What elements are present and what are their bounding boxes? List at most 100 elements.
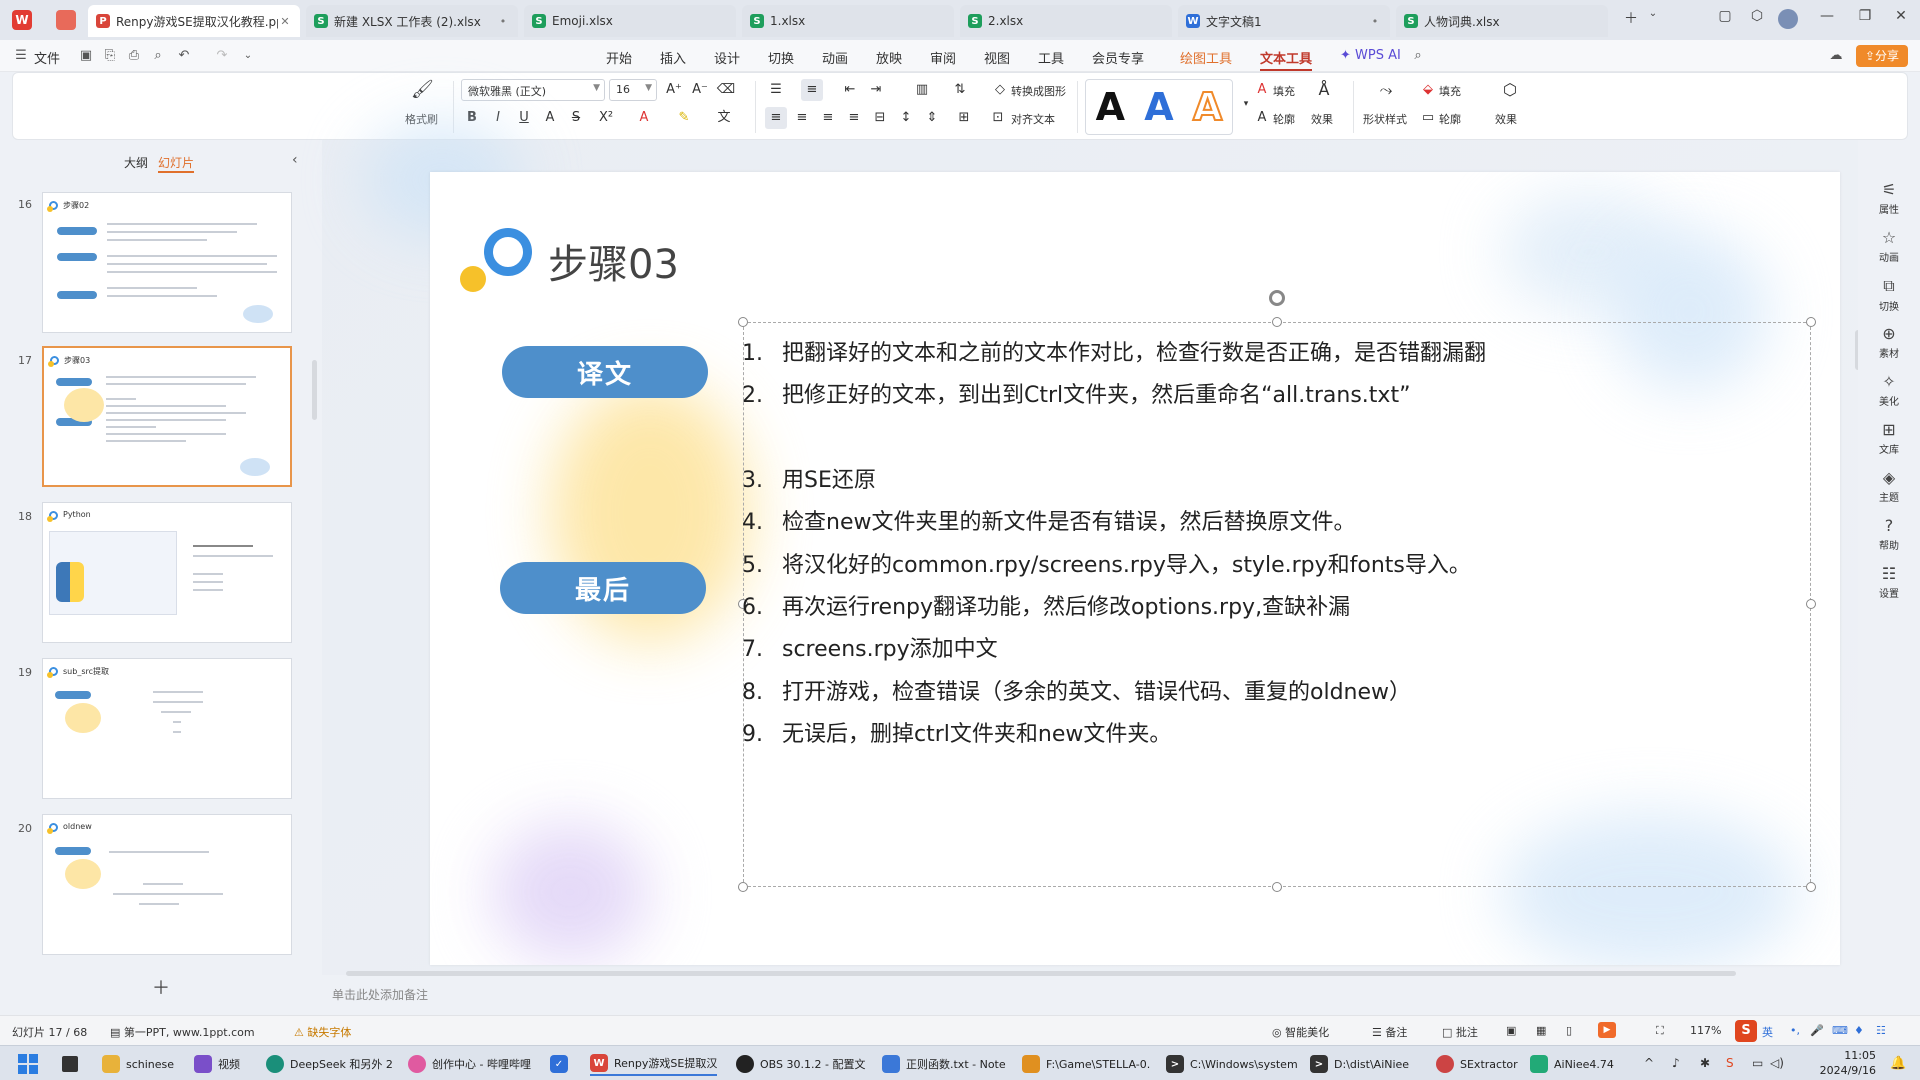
shape-fill-label[interactable]: 填充 [1439, 83, 1461, 99]
tab-document-doc[interactable]: W 文字文稿1 • [1178, 5, 1390, 37]
zoom-level[interactable]: 117% [1690, 1024, 1721, 1037]
slide-thumbnail[interactable]: Python [42, 502, 292, 643]
taskbar-app[interactable]: ✓ [550, 1052, 574, 1076]
menu-home[interactable]: 开始 [606, 48, 632, 67]
resize-handle[interactable] [1806, 599, 1816, 609]
microphone-icon[interactable]: 🎤 [1810, 1024, 1824, 1037]
align-text-icon[interactable]: ⊡ [987, 107, 1009, 129]
taskbar-app[interactable]: DeepSeek 和另外 2 [266, 1052, 393, 1076]
collapse-panel-icon[interactable]: ‹ [292, 152, 298, 168]
sidebar-theme[interactable]: ◈ 主题 [1858, 468, 1920, 504]
slide-title[interactable]: 步骤03 [548, 232, 679, 290]
clock-date[interactable]: 2024/9/16 [1816, 1064, 1876, 1077]
notification-bell-icon[interactable]: 🔔 [1890, 1056, 1906, 1071]
resize-handle[interactable] [738, 882, 748, 892]
menu-wps-ai[interactable]: ✦ WPS AI [1340, 48, 1401, 63]
notes-toggle[interactable]: ☰ 备注 [1372, 1024, 1407, 1040]
text-outline-label[interactable]: 轮廓 [1273, 111, 1295, 127]
taskbar-app[interactable]: SExtractor [1436, 1052, 1518, 1076]
tab-document-xlsx[interactable]: S 新建 XLSX 工作表 (2).xlsx • [306, 5, 518, 37]
tab-outline[interactable]: 大纲 [124, 154, 148, 171]
text-shadow-icon[interactable]: A [539, 107, 561, 129]
shape-fill-icon[interactable]: ⬙ [1417, 79, 1439, 101]
step-item[interactable]: 5. 将汉化好的common.rpy/screens.rpy导入，style.rp… [742, 547, 1471, 579]
step-item[interactable]: 9. 无误后，删掉ctrl文件夹和new文件夹。 [742, 716, 1171, 748]
menu-slideshow[interactable]: 放映 [876, 48, 902, 67]
text-outline-icon[interactable]: A [1251, 107, 1273, 129]
bullet-list-icon[interactable]: ☰ [765, 79, 787, 101]
sidebar-properties[interactable]: ⚟ 属性 [1858, 180, 1920, 216]
missing-font[interactable]: ⚠ 缺失字体 [294, 1024, 351, 1040]
line-spacing-icon[interactable]: ↕ [895, 107, 917, 129]
reading-view-icon[interactable]: ▯ [1566, 1024, 1572, 1037]
window-layout-icon[interactable]: ▢ [1712, 8, 1738, 24]
menu-text-tools[interactable]: 文本工具 [1260, 48, 1313, 71]
strikethrough-icon[interactable]: S [565, 107, 587, 129]
undo-icon[interactable]: ↶ [174, 46, 194, 66]
decrease-font-icon[interactable]: A⁻ [689, 79, 711, 101]
step-item[interactable]: 4. 检查new文件夹里的新文件是否有错误，然后替换原文件。 [742, 504, 1355, 536]
theme-name[interactable]: ▤ 第一PPT, www.1ppt.com [110, 1024, 255, 1040]
slide-thumbnail-selected[interactable]: 步骤03 [42, 346, 292, 487]
tab-document-xlsx[interactable]: S 1.xlsx [742, 5, 954, 37]
keyboard-icon[interactable]: ⌨ [1832, 1024, 1848, 1037]
menu-review[interactable]: 审阅 [930, 48, 956, 67]
sidebar-library[interactable]: ⊞ 文库 [1858, 420, 1920, 456]
canvas-horizontal-scrollbar[interactable] [346, 971, 1736, 976]
step-item[interactable]: 1. 把翻译好的文本和之前的文本作对比，检查行数是否正确，是否错翻漏翻 [742, 335, 1486, 367]
taskbar-app[interactable]: F:\Game\STELLA-0. [1022, 1052, 1150, 1076]
quick-access-chevron-icon[interactable]: ⌄ [238, 46, 258, 66]
justify-icon[interactable]: ≡ [843, 107, 865, 129]
shape-outline-label[interactable]: 轮廓 [1439, 111, 1461, 127]
redo-icon[interactable]: ↷ [212, 46, 232, 66]
ime-menu-icon[interactable]: ☷ [1876, 1024, 1886, 1037]
tray-sogou-icon[interactable]: S [1726, 1056, 1734, 1070]
search-icon[interactable]: ⌕ [1408, 46, 1428, 66]
text-effects-label[interactable]: 效果 [1311, 111, 1333, 127]
windows-start-icon[interactable] [18, 1054, 38, 1074]
close-window-icon[interactable]: ✕ [1888, 8, 1914, 24]
cloud-sync-icon[interactable]: ☁ [1826, 46, 1846, 66]
play-slideshow-icon[interactable]: ▶ [1598, 1022, 1616, 1038]
format-painter-icon[interactable]: 🖌 [411, 79, 434, 101]
sidebar-animation[interactable]: ☆ 动画 [1858, 228, 1920, 264]
taskbar-app[interactable]: OBS 30.1.2 - 配置文 [736, 1052, 865, 1076]
share-button[interactable]: ⇪分享 [1856, 45, 1908, 67]
ime-punct-icon[interactable]: •, [1790, 1024, 1800, 1037]
notes-pane[interactable]: 单击此处添加备注 [322, 982, 1858, 1008]
print-icon[interactable]: ⎙ [124, 46, 144, 66]
menu-insert[interactable]: 插入 [660, 48, 686, 67]
text-style-gallery[interactable]: A A A [1085, 79, 1233, 135]
slide-thumbnail[interactable]: 步骤02 [42, 192, 292, 333]
tab-document-ppt[interactable]: P Renpy游戏SE提取汉化教程.pp ✕ [88, 5, 300, 37]
tab-document-xlsx[interactable]: S 2.xlsx [960, 5, 1172, 37]
print-preview-icon[interactable]: ⌕ [148, 46, 168, 66]
menu-design[interactable]: 设计 [714, 48, 740, 67]
menu-animation[interactable]: 动画 [822, 48, 848, 67]
tab-list-chevron-icon[interactable]: ⌄ [1640, 8, 1666, 19]
shape-style-label[interactable]: 形状样式 [1363, 111, 1407, 127]
italic-icon[interactable]: I [487, 107, 509, 129]
fit-window-icon[interactable]: ⛶ [1656, 1024, 1664, 1038]
pill-final[interactable]: 最后 [500, 562, 706, 614]
step-item[interactable]: 7. screens.rpy添加中文 [742, 631, 998, 663]
paragraph-spacing-icon[interactable]: ⇕ [921, 107, 943, 129]
tray-bluetooth-icon[interactable]: ✱ [1700, 1056, 1710, 1070]
text-fill-label[interactable]: 填充 [1273, 83, 1295, 99]
tab-slides[interactable]: 幻灯片 [158, 154, 195, 173]
menu-member[interactable]: 会员专享 [1092, 48, 1144, 67]
taskbar-app[interactable]: 视频 [194, 1052, 240, 1076]
clock-time[interactable]: 11:05 [1816, 1049, 1876, 1062]
resize-handle[interactable] [1806, 882, 1816, 892]
resize-handle[interactable] [1272, 317, 1282, 327]
docer-icon[interactable] [56, 10, 76, 30]
numbered-list-icon[interactable]: ≡ [801, 79, 823, 101]
columns-icon[interactable]: ▥ [911, 79, 933, 101]
font-color-icon[interactable]: A [633, 107, 655, 129]
vertical-align-icon[interactable]: ⊞ [953, 107, 975, 129]
tab-document-xlsx[interactable]: S 人物词典.xlsx [1396, 5, 1608, 37]
convert-shape-label[interactable]: 转换成图形 [1011, 83, 1066, 99]
comments-toggle[interactable]: □ 批注 [1442, 1024, 1478, 1040]
close-icon[interactable]: • [496, 15, 510, 28]
hamburger-menu-icon[interactable]: ☰ [14, 46, 28, 66]
